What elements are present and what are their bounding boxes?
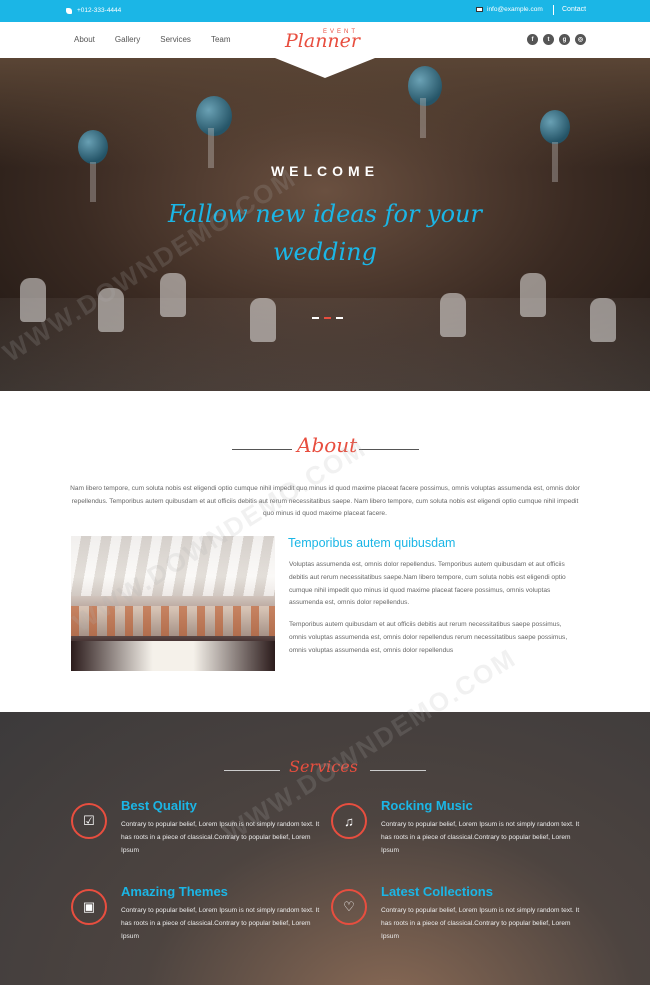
chair-decoration [98,288,124,332]
service-card: ▣ Amazing Themes Contrary to popular bel… [71,884,331,959]
about-image [71,536,275,671]
image-aisle [71,641,275,671]
image-drapes [71,536,275,596]
nav-item-about[interactable]: About [74,35,95,44]
chair-decoration [590,298,616,342]
slider-dot-3[interactable] [336,317,343,319]
about-title: About [297,433,358,457]
nav-item-gallery[interactable]: Gallery [115,35,140,44]
services-section: Services ☑ Best Quality Contrary to popu… [0,712,650,985]
about-subtitle: Temporibus autem quibusdam [288,536,456,550]
about-intro: Nam libero tempore, cum soluta nobis est… [70,485,580,517]
hero-welcome: WELCOME [270,163,380,179]
nav-menu: About Gallery Services Team [74,35,231,44]
service-title: Latest Collections [381,884,493,899]
services-heading: Services [0,757,650,781]
check-icon: ☑ [71,803,107,839]
logo[interactable]: EVENT Planner [275,22,375,80]
phone-number: +012-333-4444 [77,7,122,14]
chair-decoration [520,273,546,317]
email-address[interactable]: info@example.com [487,6,543,13]
logo-main-text: Planner [285,30,360,52]
heading-line-right [359,449,419,450]
chair-decoration [160,273,186,317]
chair-decoration [20,278,46,322]
facebook-icon[interactable]: f [527,34,538,45]
nav-item-team[interactable]: Team [211,35,231,44]
image-flowers [71,606,275,636]
hero-tagline: Fallow new ideas for your wedding [167,200,482,266]
slider-dots [312,317,343,319]
balloon-decoration [196,96,232,168]
contact-link[interactable]: Contact [562,6,586,13]
service-card: ♡ Latest Collections Contrary to popular… [331,884,591,959]
hero-banner: WELCOME Fallow new ideas for your weddin… [0,58,650,391]
top-bar: +012-333-4444 info@example.com Contact [0,0,650,22]
service-card: ☑ Best Quality Contrary to popular belie… [71,798,331,873]
heading-line-left [232,449,292,450]
service-card: ♫ Rocking Music Contrary to popular beli… [331,798,591,873]
slider-dot-1[interactable] [312,317,319,319]
phone-info: +012-333-4444 [66,7,121,14]
balloon-decoration [540,110,570,182]
image-icon: ▣ [71,889,107,925]
heading-line-left [224,770,280,771]
envelope-icon [476,7,483,12]
service-text: Contrary to popular belief, Lorem Ipsum … [381,907,580,940]
instagram-icon[interactable]: ◎ [575,34,586,45]
google-plus-icon[interactable]: g [559,34,570,45]
service-title: Amazing Themes [121,884,228,899]
service-title: Rocking Music [381,798,473,813]
twitter-icon[interactable]: t [543,34,554,45]
chair-decoration [440,293,466,337]
service-text: Contrary to popular belief, Lorem Ipsum … [121,821,320,854]
balloon-decoration [408,66,442,138]
chair-decoration [250,298,276,342]
nav-item-services[interactable]: Services [160,35,191,44]
services-title: Services [289,757,358,776]
logo-pointer [275,58,375,78]
slider-dot-2[interactable] [324,317,331,319]
divider [553,5,554,15]
heart-icon: ♡ [331,889,367,925]
heading-line-right [370,770,426,771]
about-paragraph-2: Temporibus autem quibusdam et aut offici… [289,621,568,654]
service-title: Best Quality [121,798,197,813]
service-text: Contrary to popular belief, Lorem Ipsum … [381,821,580,854]
balloon-decoration [78,130,108,202]
service-text: Contrary to popular belief, Lorem Ipsum … [121,907,320,940]
social-links: f t g ◎ [527,34,586,45]
about-heading: About [0,433,650,459]
about-paragraph-1: Voluptas assumenda est, omnis dolor repe… [289,561,566,607]
music-note-icon: ♫ [331,803,367,839]
phone-icon [66,7,72,14]
email-info[interactable]: info@example.com [476,6,543,13]
